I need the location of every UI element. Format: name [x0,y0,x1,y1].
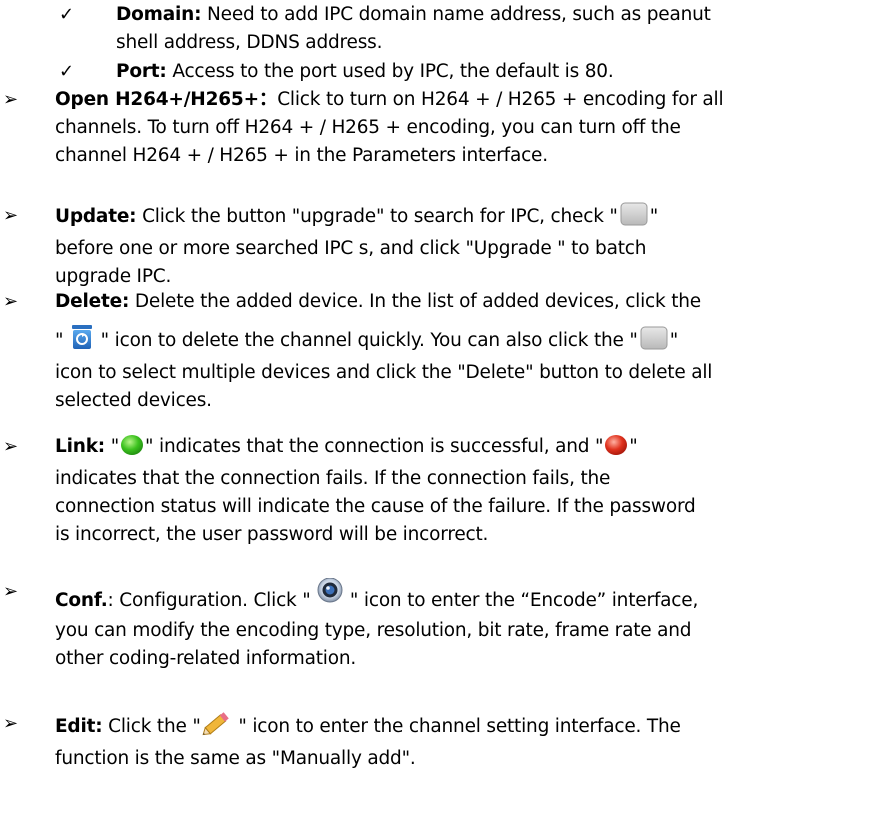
delete-text-2c: " [669,330,679,351]
update-text-1b: " [649,206,659,227]
domain-text-2: shell address, DDNS address. [116,32,383,53]
h264-item: Open H264+/H265+：Click to turn on H264 +… [55,86,724,170]
edit-item: Edit: Click the " " icon to enter the ch… [55,710,681,773]
domain-label: Domain: [116,4,202,25]
link-text-3: connection status will indicate the caus… [55,496,696,517]
status-online-icon [120,434,144,465]
update-text-3: upgrade IPC. [55,266,172,287]
delete-label: Delete: [55,291,130,312]
port-label: Port: [116,61,167,82]
conf-text-2: you can modify the encoding type, resolu… [55,620,692,641]
arrow-bullet: ➢ [3,205,19,226]
conf-text-1b: " icon to enter the “Encode” interface, [344,590,699,611]
conf-text-3: other coding-related information. [55,648,357,669]
document-page: ✓ Domain: Need to add IPC domain name ad… [0,0,887,838]
status-offline-icon [604,434,628,465]
camera-lens-icon [317,577,343,617]
delete-text-2a: " [55,330,69,351]
conf-label: Conf. [55,590,108,611]
h264-text-3: channel H264 + / H265 + in the Parameter… [55,145,548,166]
port-item: Port: Access to the port used by IPC, th… [116,58,614,86]
delete-text-1: Delete the added device. In the list of … [129,291,701,312]
link-text-1c: " [629,436,638,457]
domain-item: Domain: Need to add IPC domain name addr… [116,1,711,57]
edit-label: Edit: [55,716,103,737]
link-text-1a: " [105,436,120,457]
port-text: Access to the port used by IPC, the defa… [166,61,614,82]
delete-text-4: selected devices. [55,390,212,411]
edit-text-1b: " icon to enter the channel setting inte… [232,716,681,737]
domain-text-1: Need to add IPC domain name address, suc… [201,4,711,25]
link-text-2: indicates that the connection fails. If … [55,468,611,489]
link-text-1b: " indicates that the connection is succe… [145,436,604,457]
recycle-bin-icon [70,324,94,359]
update-label: Update: [55,206,137,227]
h264-text-1: Click to turn on H264 + / H265 + encodin… [277,89,724,110]
arrow-bullet: ➢ [3,713,19,734]
conf-text-1a: : Configuration. Click " [107,590,317,611]
edit-text-1a: Click the " [102,716,201,737]
pencil-edit-icon [202,710,232,745]
delete-text-2b: " icon to delete the channel quickly. Yo… [95,330,638,351]
checkbox-icon [619,202,649,235]
update-text-1a: Click the button "upgrade" to search for… [136,206,618,227]
check-bullet: ✓ [59,4,75,25]
delete-text-3: icon to select multiple devices and clic… [55,362,713,383]
arrow-bullet: ➢ [3,436,19,457]
edit-text-2: function is the same as "Manually add". [55,748,416,769]
link-item: Link: " " indicates that the connection i… [55,433,696,549]
arrow-bullet: ➢ [3,291,19,312]
arrow-bullet: ➢ [3,89,19,110]
h264-label: Open H264+/H265+： [55,89,278,110]
check-bullet: ✓ [59,61,75,82]
checkbox-icon [639,326,669,359]
update-text-2: before one or more searched IPC s, and c… [55,238,647,259]
conf-item: Conf.: Configuration. Click " " icon to … [55,577,699,673]
delete-item: Delete: Delete the added device. In the … [55,288,712,415]
h264-text-2: channels. To turn off H264 + / H265 + en… [55,117,681,138]
link-text-4: is incorrect, the user password will be … [55,524,489,545]
link-label: Link: [55,436,106,457]
update-item: Update: Click the button "upgrade" to se… [55,202,658,291]
arrow-bullet: ➢ [3,581,19,602]
